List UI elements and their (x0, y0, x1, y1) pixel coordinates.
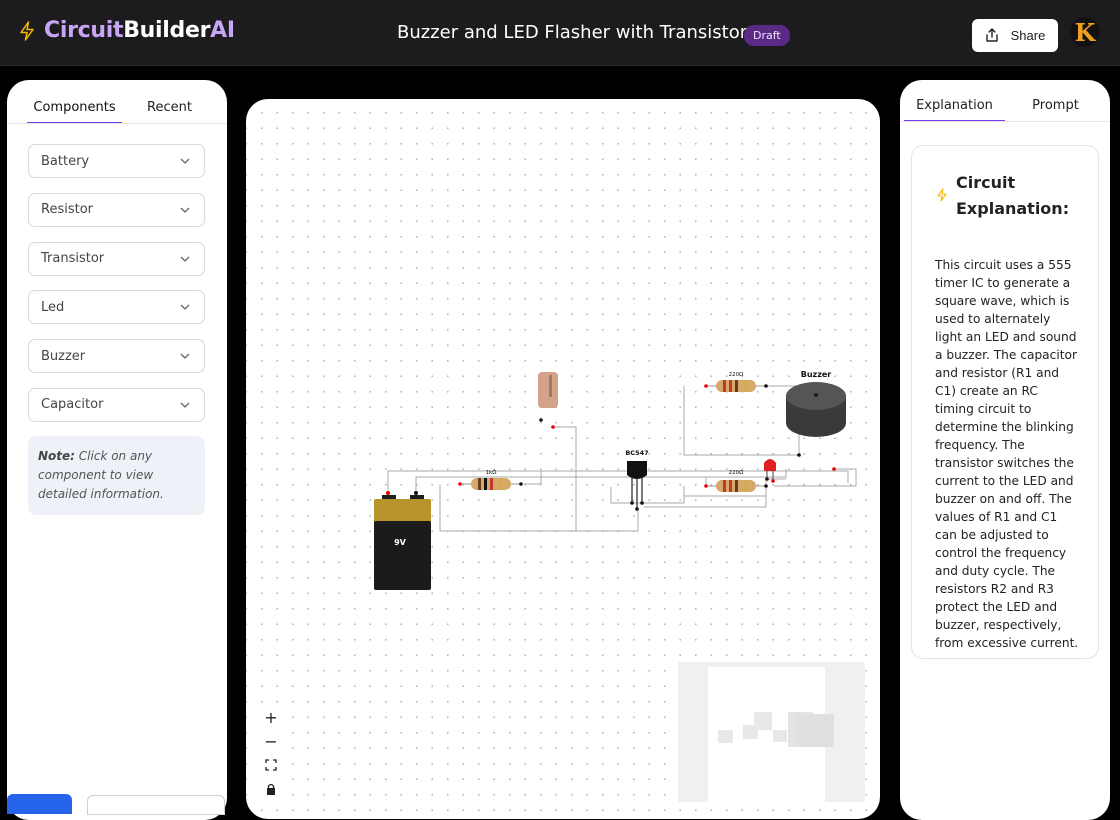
explanation-text: This circuit uses a 555 timer IC to gene… (935, 258, 1079, 650)
left-tabs: Components Recent (27, 98, 217, 124)
share-button[interactable]: Share (972, 19, 1058, 52)
buzzer-label: Buzzer (801, 370, 832, 379)
tab-explanation[interactable]: Explanation (904, 98, 1005, 122)
component-list: Battery Resistor Transistor Led Buzzer C… (28, 144, 205, 437)
share-icon (985, 28, 998, 42)
tab-divider (7, 123, 227, 124)
component-label: Capacitor (41, 397, 104, 413)
wire (387, 470, 849, 497)
tab-components[interactable]: Components (27, 98, 122, 124)
circuit-canvas[interactable]: 9V 1kΩ BC547 220Ω 220Ω Buzzer + − (246, 99, 880, 819)
brand-name: CircuitBuilderAI (44, 18, 235, 43)
chevron-down-icon (180, 353, 190, 360)
chevron-down-icon (180, 256, 190, 262)
wire (439, 484, 639, 532)
capacitor[interactable] (538, 372, 558, 429)
info-note: Note: Click on any component to view det… (28, 436, 205, 515)
wire (553, 426, 577, 531)
component-label: Battery (41, 153, 90, 169)
wire (415, 476, 706, 497)
chevron-down-icon (180, 158, 190, 164)
transistor[interactable]: BC547 (625, 449, 649, 511)
chevron-down-icon (180, 207, 190, 213)
explanation-panel: Explanation Prompt Circuit Explanation: … (900, 80, 1110, 820)
zoom-out-button[interactable]: − (258, 729, 284, 753)
battery-label: 9V (394, 538, 407, 547)
tab-prompt[interactable]: Prompt (1005, 98, 1106, 122)
chevron-down-icon (180, 402, 190, 408)
zoom-in-button[interactable]: + (258, 705, 284, 729)
components-panel: Components Recent Battery Resistor Trans… (7, 80, 227, 820)
component-label: Buzzer (41, 348, 86, 364)
zoom-controls: + − (258, 705, 284, 801)
primary-action-button[interactable] (7, 794, 72, 814)
component-transistor[interactable]: Transistor (28, 241, 205, 276)
component-buzzer[interactable]: Buzzer (28, 339, 205, 374)
brand[interactable]: CircuitBuilderAI (18, 18, 235, 43)
resistor-220-bottom[interactable]: 220Ω (704, 470, 768, 492)
wire (610, 486, 685, 504)
right-tabs: Explanation Prompt (904, 98, 1106, 122)
explanation-header: Circuit Explanation: (936, 170, 1070, 222)
transistor-label: BC547 (625, 449, 648, 457)
explanation-card: Circuit Explanation: This circuit uses a… (911, 145, 1099, 659)
document-title: Buzzer and LED Flasher with Transistor (397, 22, 748, 43)
minimap-shapes (718, 712, 834, 747)
component-resistor[interactable]: Resistor (28, 192, 205, 227)
fit-view-icon (265, 759, 277, 771)
component-label: Transistor (41, 251, 105, 267)
component-capacitor[interactable]: Capacitor (28, 387, 205, 422)
resistor-1k-label: 1kΩ (486, 470, 497, 476)
component-label: Led (41, 299, 65, 315)
secondary-action-button[interactable] (87, 795, 225, 815)
status-badge: Draft (744, 25, 790, 46)
component-led[interactable]: Led (28, 290, 205, 325)
bolt-icon (20, 20, 34, 41)
fit-view-button[interactable] (258, 753, 284, 777)
wire (683, 386, 799, 456)
explanation-title: Circuit Explanation: (956, 173, 1070, 218)
note-label: Note: (38, 449, 75, 463)
top-bar: CircuitBuilderAI Buzzer and LED Flasher … (0, 0, 1120, 66)
resistor-220-top[interactable]: 220Ω (704, 372, 768, 392)
resistor-220-bottom-label: 220Ω (729, 470, 744, 476)
component-battery[interactable]: Battery (28, 144, 205, 178)
lock-button[interactable] (258, 777, 284, 801)
lock-icon (267, 783, 275, 795)
component-label: Resistor (41, 202, 93, 218)
tab-divider (900, 121, 1110, 122)
minimap[interactable] (678, 662, 865, 802)
chevron-down-icon (180, 304, 190, 311)
buzzer[interactable]: Buzzer (786, 370, 846, 471)
resistor-1k[interactable]: 1kΩ (458, 470, 523, 490)
avatar[interactable]: K (1070, 17, 1100, 47)
tab-recent[interactable]: Recent (122, 98, 217, 124)
resistor-220-top-label: 220Ω (729, 372, 744, 378)
bolt-icon (937, 188, 947, 202)
share-label: Share (1010, 28, 1046, 43)
battery[interactable]: 9V (374, 491, 431, 590)
